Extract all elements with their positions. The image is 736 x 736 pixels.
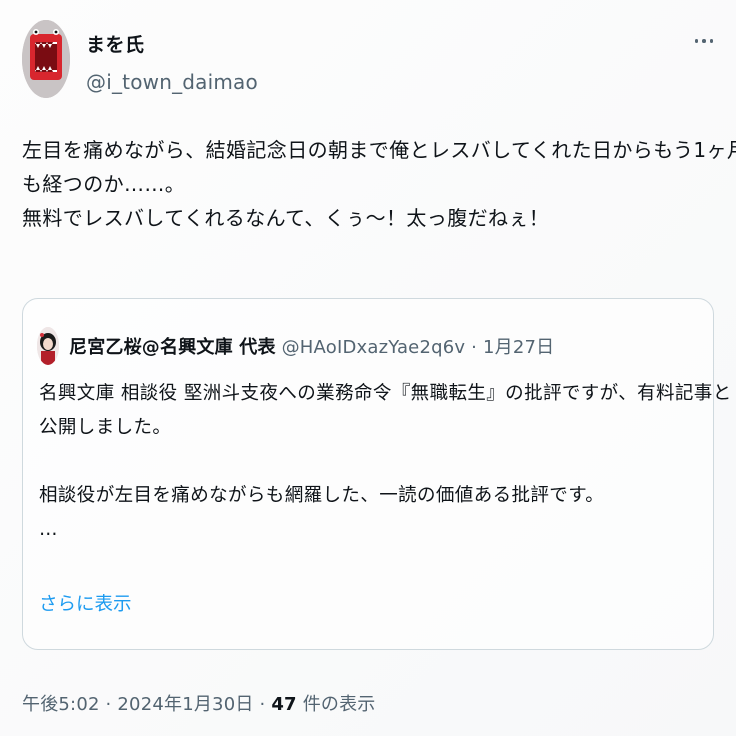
tweet-text: 左目を痛めながら、結婚記念日の朝まで俺とレスバしてくれた日からもう1ヶ月 も経つ… bbox=[22, 133, 736, 235]
tweet-text-line: も経つのか……。 bbox=[22, 172, 186, 196]
quoted-text-line: 相談役が左目を痛めながらも網羅した、一読の価値ある批評です。 bbox=[39, 485, 605, 506]
author-display-name[interactable]: まを氏 bbox=[86, 30, 145, 57]
quoted-author-display-name[interactable]: 尼宮乙桜@名興文庫 代表 bbox=[69, 337, 276, 358]
more-options-button[interactable] bbox=[688, 28, 720, 54]
quoted-author-handle[interactable]: @HAoIDxazYae2q6v bbox=[282, 337, 466, 358]
more-horizontal-icon bbox=[694, 39, 699, 43]
tweet-date[interactable]: 2024年1月30日 bbox=[117, 694, 253, 715]
quoted-text-line: 名興文庫 相談役 堅洲斗支夜への業務命令『無職転生』の批評ですが、有料記事として bbox=[39, 383, 736, 404]
more-horizontal-icon bbox=[702, 39, 706, 43]
meta-separator: · bbox=[253, 694, 272, 715]
tweet-text-line: 左目を痛めながら、結婚記念日の朝まで俺とレスバしてくれた日からもう1ヶ月 bbox=[22, 138, 736, 162]
meta-separator: · bbox=[99, 694, 118, 715]
tweet-text-line: 無料でレスバしてくれるなんて、くぅ〜！太っ腹だねぇ！ bbox=[22, 206, 550, 230]
quoted-text-line: … bbox=[39, 519, 58, 540]
quoted-author-avatar[interactable] bbox=[37, 327, 59, 365]
quoted-tweet-header: 尼宮乙桜@名興文庫 代表 @HAoIDxazYae2q6v · 1月27日 bbox=[69, 333, 554, 359]
quoted-tweet-card[interactable]: 尼宮乙桜@名興文庫 代表 @HAoIDxazYae2q6v · 1月27日 名興… bbox=[22, 298, 736, 650]
quoted-separator: · bbox=[465, 337, 484, 358]
views-count[interactable]: 47 bbox=[271, 694, 296, 715]
tweet-page: まを氏 @i_town_daimao 左目を痛めながら、結婚記念日の朝まで俺とレ… bbox=[0, 0, 736, 736]
tweet-meta: 午後5:02 · 2024年1月30日 · 47 件の表示 bbox=[22, 690, 376, 716]
views-label: 件の表示 bbox=[296, 694, 376, 715]
quoted-tweet-text: 名興文庫 相談役 堅洲斗支夜への業務命令『無職転生』の批評ですが、有料記事として… bbox=[39, 377, 736, 547]
quoted-text-line bbox=[39, 445, 705, 479]
show-more-link[interactable]: さらに表示 bbox=[39, 590, 132, 616]
quoted-text-line: 公開しました。 bbox=[39, 417, 172, 438]
quoted-date[interactable]: 1月27日 bbox=[483, 337, 554, 358]
author-avatar[interactable] bbox=[22, 20, 70, 98]
author-handle[interactable]: @i_town_daimao bbox=[86, 70, 258, 94]
more-horizontal-icon bbox=[709, 39, 714, 43]
tweet-time[interactable]: 午後5:02 bbox=[22, 694, 100, 715]
